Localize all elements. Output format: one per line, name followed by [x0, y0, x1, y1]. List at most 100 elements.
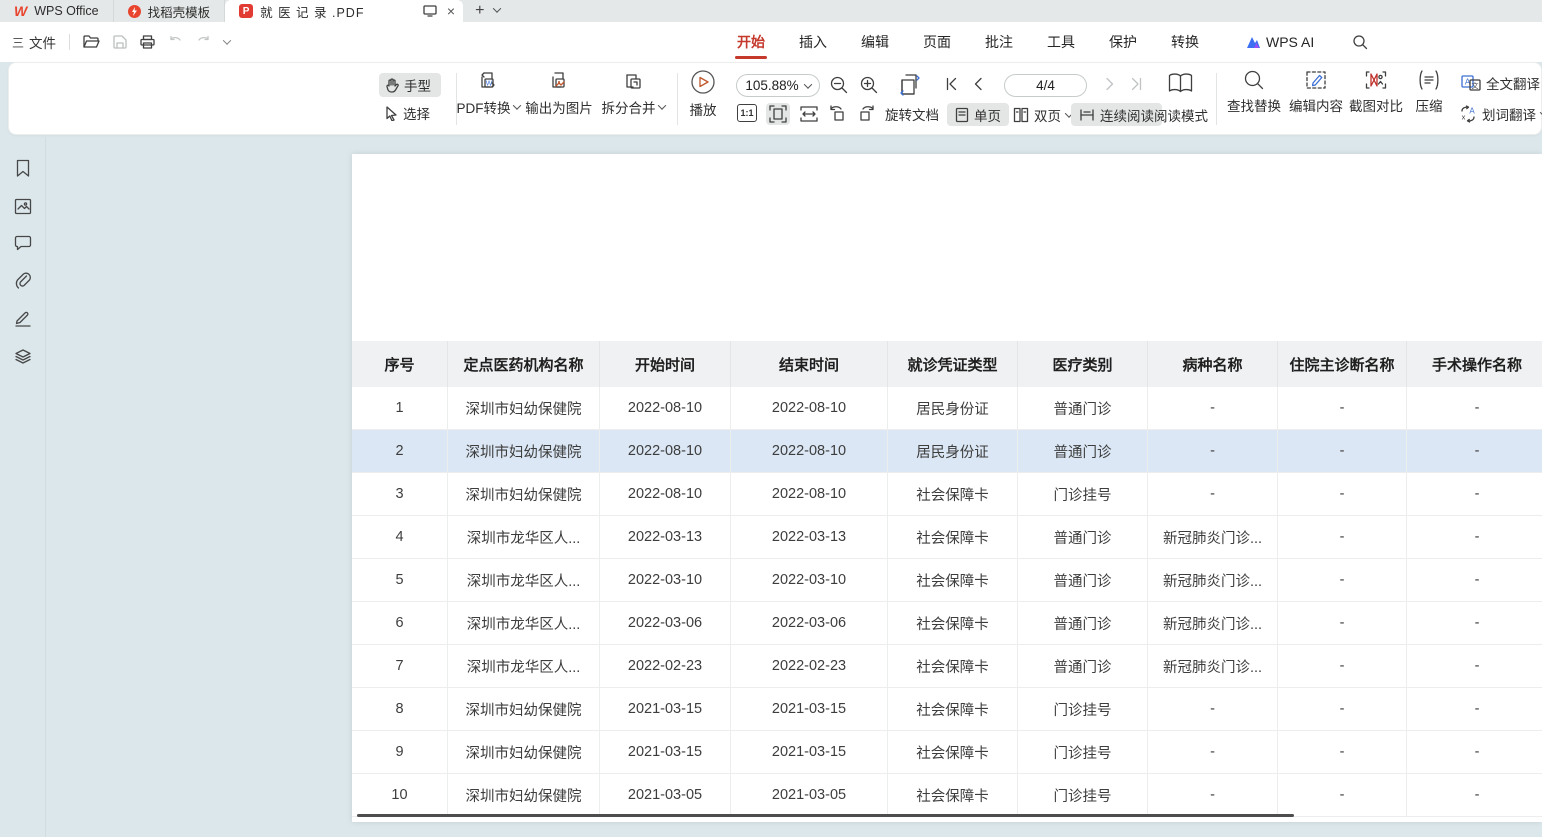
play-icon: [690, 69, 716, 95]
rotate-pages-icon[interactable]: [898, 72, 922, 97]
print-icon[interactable]: [140, 35, 155, 49]
comment-icon[interactable]: [14, 235, 32, 251]
table-cell: 深圳市龙华区人...: [448, 516, 600, 559]
document-title: 就 医 记 录 .PDF: [260, 2, 364, 21]
menu-tab-comment[interactable]: 批注: [983, 22, 1015, 62]
rotate-left-icon[interactable]: [827, 103, 847, 123]
table-cell: 9: [352, 731, 448, 774]
pdf-convert-button[interactable]: W PDF转换: [455, 69, 521, 117]
table-cell: 2022-08-10: [731, 387, 888, 430]
pdf-convert-label: PDF转换: [457, 97, 511, 117]
edit-content-button[interactable]: 编辑内容: [1287, 69, 1345, 115]
screenshot-compare-button[interactable]: 截图对比: [1347, 69, 1405, 115]
embedded-horizontal-scrollbar[interactable]: [357, 814, 1294, 817]
svg-text:A: A: [1469, 107, 1475, 116]
hand-tool-button[interactable]: 手型: [379, 73, 441, 97]
read-mode-button[interactable]: 阅读模式: [1154, 103, 1208, 126]
table-cell: 2022-03-10: [731, 559, 888, 602]
tab-wps-office[interactable]: W WPS Office: [0, 0, 114, 22]
word-translate-button[interactable]: xA 划词翻译: [1459, 103, 1542, 125]
table-row: 5深圳市龙华区人...2022-03-102022-03-10社会保障卡普通门诊…: [352, 559, 1542, 602]
table-cell: 深圳市妇幼保健院: [448, 774, 600, 817]
actual-size-button[interactable]: 1:1: [737, 104, 757, 122]
first-page-icon[interactable]: [945, 77, 959, 91]
select-tool-button[interactable]: 选择: [379, 101, 441, 125]
split-merge-label: 拆分合并: [602, 97, 656, 117]
double-page-button[interactable]: 双页: [1009, 103, 1076, 126]
table-row: 10深圳市妇幼保健院2021-03-052021-03-05社会保障卡门诊挂号-…: [352, 774, 1542, 817]
fit-width-button[interactable]: [797, 103, 821, 125]
table-cell: 普通门诊: [1018, 387, 1148, 430]
edit-pencil-icon: [1304, 69, 1328, 91]
last-page-icon[interactable]: [1129, 77, 1143, 91]
split-merge-button[interactable]: 拆分合并: [597, 69, 669, 117]
table-cell: 新冠肺炎门诊...: [1148, 602, 1278, 645]
find-replace-label: 查找替换: [1227, 95, 1281, 115]
table-cell: 2021-03-15: [600, 688, 731, 731]
signature-pen-icon[interactable]: [14, 309, 32, 327]
page-number-input[interactable]: 4/4: [1004, 74, 1087, 97]
undo-icon[interactable]: [168, 36, 183, 48]
zoom-level-select[interactable]: 105.88%: [736, 74, 820, 97]
column-header: 序号: [352, 341, 448, 387]
table-cell: 社会保障卡: [888, 602, 1018, 645]
full-translate-button[interactable]: A文 全文翻译: [1461, 72, 1540, 94]
play-button[interactable]: 播放: [681, 69, 725, 119]
divider: [1216, 73, 1217, 125]
full-translate-icon: A文: [1461, 75, 1481, 91]
menu-search-icon[interactable]: [1352, 34, 1368, 50]
new-tab-icon[interactable]: +: [475, 2, 484, 20]
zoom-in-icon[interactable]: [859, 75, 879, 95]
tab-label: WPS Office: [34, 4, 98, 18]
fit-page-button[interactable]: [766, 103, 790, 125]
bookmark-icon[interactable]: [15, 159, 31, 178]
menu-tab-page[interactable]: 页面: [921, 22, 953, 62]
tab-list-chevron-icon[interactable]: [493, 4, 501, 12]
open-file-icon[interactable]: [83, 35, 100, 49]
table-cell: -: [1407, 731, 1542, 774]
qat-more-chevron-icon[interactable]: [223, 36, 231, 44]
zoom-out-icon[interactable]: [829, 75, 849, 95]
layers-icon[interactable]: [14, 347, 32, 365]
next-page-icon[interactable]: [1105, 77, 1115, 91]
wps-ai-button[interactable]: WPS AI: [1245, 34, 1314, 50]
table-cell: 门诊挂号: [1018, 473, 1148, 516]
menu-tab-insert[interactable]: 插入: [797, 22, 829, 62]
table-cell: 2022-03-10: [600, 559, 731, 602]
table-cell: -: [1407, 602, 1542, 645]
table-row: 1深圳市妇幼保健院2022-08-102022-08-10居民身份证普通门诊--…: [352, 387, 1542, 430]
pdf-page[interactable]: 序号定点医药机构名称开始时间结束时间就诊凭证类型医疗类别病种名称住院主诊断名称手…: [352, 154, 1542, 822]
menu-tab-tools[interactable]: 工具: [1045, 22, 1077, 62]
export-image-button[interactable]: 输出为图片: [522, 69, 596, 117]
save-icon[interactable]: [113, 35, 127, 49]
find-replace-search-icon: [1243, 69, 1265, 91]
table-cell: 新冠肺炎门诊...: [1148, 645, 1278, 688]
continuous-read-button[interactable]: 连续阅读: [1071, 103, 1162, 126]
menu-tab-protect[interactable]: 保护: [1107, 22, 1139, 62]
redo-icon[interactable]: [196, 36, 211, 48]
table-cell: 2022-03-06: [600, 602, 731, 645]
table-cell: 门诊挂号: [1018, 731, 1148, 774]
read-mode-book-icon[interactable]: [1167, 72, 1194, 95]
pdf-convert-icon: W: [476, 69, 500, 93]
table-cell: 2022-02-23: [600, 645, 731, 688]
find-replace-button[interactable]: 查找替换: [1225, 69, 1283, 115]
menu-tab-edit[interactable]: 编辑: [859, 22, 891, 62]
tab-document-active[interactable]: P 就 医 记 录 .PDF ×: [225, 0, 463, 22]
menu-tab-home[interactable]: 开始: [735, 22, 767, 62]
thumbnail-image-icon[interactable]: [14, 198, 32, 215]
close-tab-icon[interactable]: ×: [447, 3, 455, 19]
tab-docer-templates[interactable]: 找稻壳模板: [114, 0, 226, 22]
rotate-document-button[interactable]: 旋转文档: [885, 103, 939, 125]
table-cell: -: [1278, 688, 1407, 731]
single-page-button[interactable]: 单页: [947, 103, 1009, 126]
previous-page-icon[interactable]: [973, 77, 983, 91]
menu-tab-convert[interactable]: 转换: [1169, 22, 1201, 62]
table-cell: 社会保障卡: [888, 473, 1018, 516]
compress-button[interactable]: 压缩: [1407, 69, 1451, 115]
attachment-paperclip-icon[interactable]: [14, 271, 32, 289]
play-label: 播放: [690, 99, 717, 119]
file-menu-button[interactable]: 三 文件: [12, 32, 56, 52]
rotate-right-icon[interactable]: [857, 103, 877, 123]
cast-screen-icon[interactable]: [423, 5, 437, 17]
